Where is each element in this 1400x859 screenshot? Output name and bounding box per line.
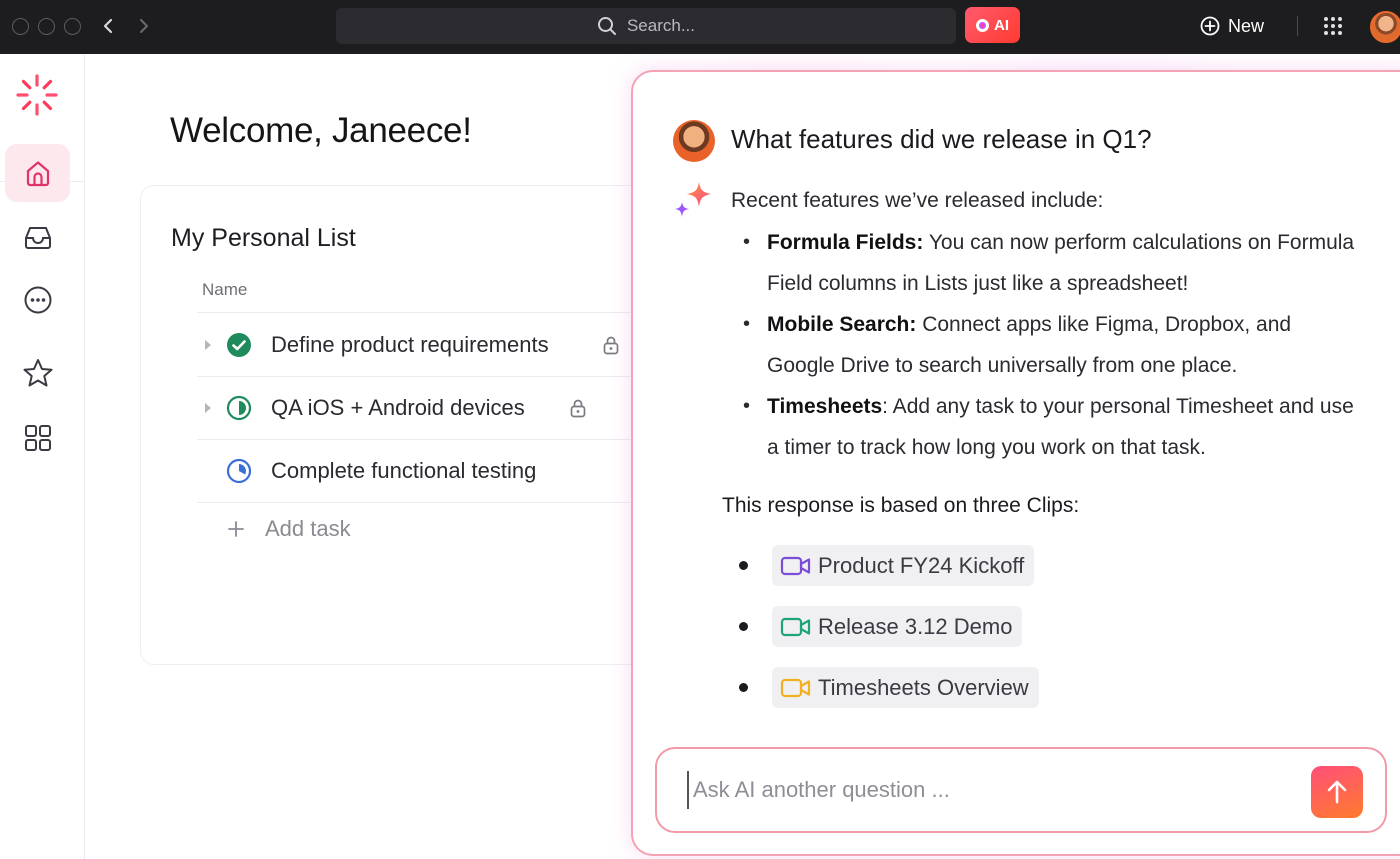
- sidebar-item-favorites[interactable]: [5, 344, 70, 402]
- ask-ai-composer: [655, 747, 1387, 833]
- top-bar: Search... AI New: [0, 0, 1400, 54]
- in-progress-status-icon[interactable]: [226, 458, 252, 484]
- window-zoom-button[interactable]: [64, 18, 81, 35]
- video-clip-icon: [780, 556, 811, 575]
- user-avatar: [673, 120, 715, 162]
- user-avatar[interactable]: [1370, 11, 1400, 43]
- bullet-dot: [739, 683, 748, 692]
- clip-list-item: Timesheets Overview: [739, 667, 1039, 708]
- feature-title: Timesheets: [767, 395, 883, 418]
- clip-list-item: Release 3.12 Demo: [739, 606, 1023, 647]
- plus-circle-icon: [1200, 16, 1220, 36]
- home-icon: [26, 161, 49, 187]
- task-label[interactable]: Complete functional testing: [271, 458, 536, 484]
- expand-caret-icon[interactable]: [203, 339, 213, 351]
- window-minimize-button[interactable]: [38, 18, 55, 35]
- clip-list-item: Product FY24 Kickoff: [739, 545, 1035, 586]
- column-header-name: Name: [202, 280, 248, 299]
- feature-title: Mobile Search:: [767, 313, 917, 336]
- expand-caret-icon[interactable]: [203, 402, 213, 414]
- sidebar-item-inbox[interactable]: [5, 208, 70, 266]
- sidebar-item-chat[interactable]: [5, 271, 70, 329]
- feature-list: Formula Fields: You can now perform calc…: [743, 222, 1363, 468]
- user-question: What features did we release in Q1?: [731, 124, 1152, 154]
- page-title: Welcome, Janeece!: [170, 111, 472, 150]
- app-logo-icon: [16, 74, 58, 116]
- global-search-bar[interactable]: Search...: [336, 8, 956, 44]
- add-task-button[interactable]: Add task: [227, 516, 351, 542]
- task-row[interactable]: Complete functional testing: [197, 440, 657, 502]
- clip-link-release-demo[interactable]: Release 3.12 Demo: [772, 606, 1023, 647]
- task-label[interactable]: QA iOS + Android devices: [271, 395, 525, 421]
- in-progress-status-icon[interactable]: [226, 395, 252, 421]
- list-item: Mobile Search: Connect apps like Figma, …: [743, 304, 1363, 386]
- search-icon: [597, 17, 616, 35]
- ai-response-intro: Recent features we’ve released include:: [731, 189, 1104, 212]
- feature-title: Formula Fields:: [767, 231, 924, 254]
- sidebar-item-spaces[interactable]: [5, 409, 70, 467]
- clip-label: Release 3.12 Demo: [818, 613, 1013, 639]
- list-item: Timesheets: Add any task to your persona…: [743, 386, 1363, 468]
- list-item: Formula Fields: You can now perform calc…: [743, 222, 1363, 304]
- more-bubble-icon: [24, 286, 51, 314]
- apps-grid-icon[interactable]: [1322, 15, 1344, 37]
- star-icon: [23, 359, 52, 387]
- clip-label: Timesheets Overview: [818, 674, 1029, 700]
- add-task-label: Add task: [265, 516, 351, 541]
- window-close-button[interactable]: [12, 18, 29, 35]
- arrow-up-icon: [1327, 780, 1347, 804]
- new-button[interactable]: New: [1200, 12, 1264, 40]
- lock-icon: [603, 336, 619, 355]
- complete-check-icon[interactable]: [226, 332, 252, 358]
- clip-link-timesheets-overview[interactable]: Timesheets Overview: [772, 667, 1039, 708]
- ai-button-label: AI: [994, 16, 1009, 34]
- sources-heading: This response is based on three Clips:: [722, 494, 1080, 517]
- row-divider: [197, 312, 657, 313]
- ai-sparkle-icon: [675, 182, 711, 217]
- clip-link-product-fy24-kickoff[interactable]: Product FY24 Kickoff: [772, 545, 1035, 586]
- video-clip-icon: [780, 678, 811, 697]
- ai-button[interactable]: AI: [965, 7, 1020, 43]
- search-placeholder: Search...: [626, 16, 696, 35]
- clip-label: Product FY24 Kickoff: [818, 552, 1025, 578]
- sidebar: [0, 54, 85, 859]
- task-row[interactable]: Define product requirements: [197, 314, 657, 376]
- forward-arrow-icon[interactable]: [132, 14, 156, 38]
- task-row[interactable]: QA iOS + Android devices: [197, 377, 657, 439]
- ai-chat-panel: What features did we release in Q1? Rece…: [631, 70, 1400, 856]
- grid-icon: [24, 425, 51, 451]
- topbar-divider: [1297, 16, 1298, 36]
- ai-logo-icon: [976, 18, 989, 32]
- personal-list-card: My Personal List Name Define product req…: [140, 185, 700, 665]
- new-button-label: New: [1228, 15, 1265, 36]
- inbox-icon: [24, 227, 51, 249]
- back-arrow-icon[interactable]: [96, 14, 120, 38]
- task-label[interactable]: Define product requirements: [271, 332, 549, 358]
- sidebar-item-home[interactable]: [5, 144, 70, 202]
- ask-ai-input[interactable]: [687, 771, 1287, 809]
- bullet-dot: [739, 561, 748, 570]
- list-title: My Personal List: [171, 224, 356, 252]
- video-clip-icon: [780, 617, 811, 636]
- row-divider: [197, 502, 657, 503]
- bullet-dot: [739, 622, 748, 631]
- lock-icon: [570, 399, 586, 418]
- send-button[interactable]: [1311, 766, 1363, 818]
- plus-icon: [228, 521, 244, 537]
